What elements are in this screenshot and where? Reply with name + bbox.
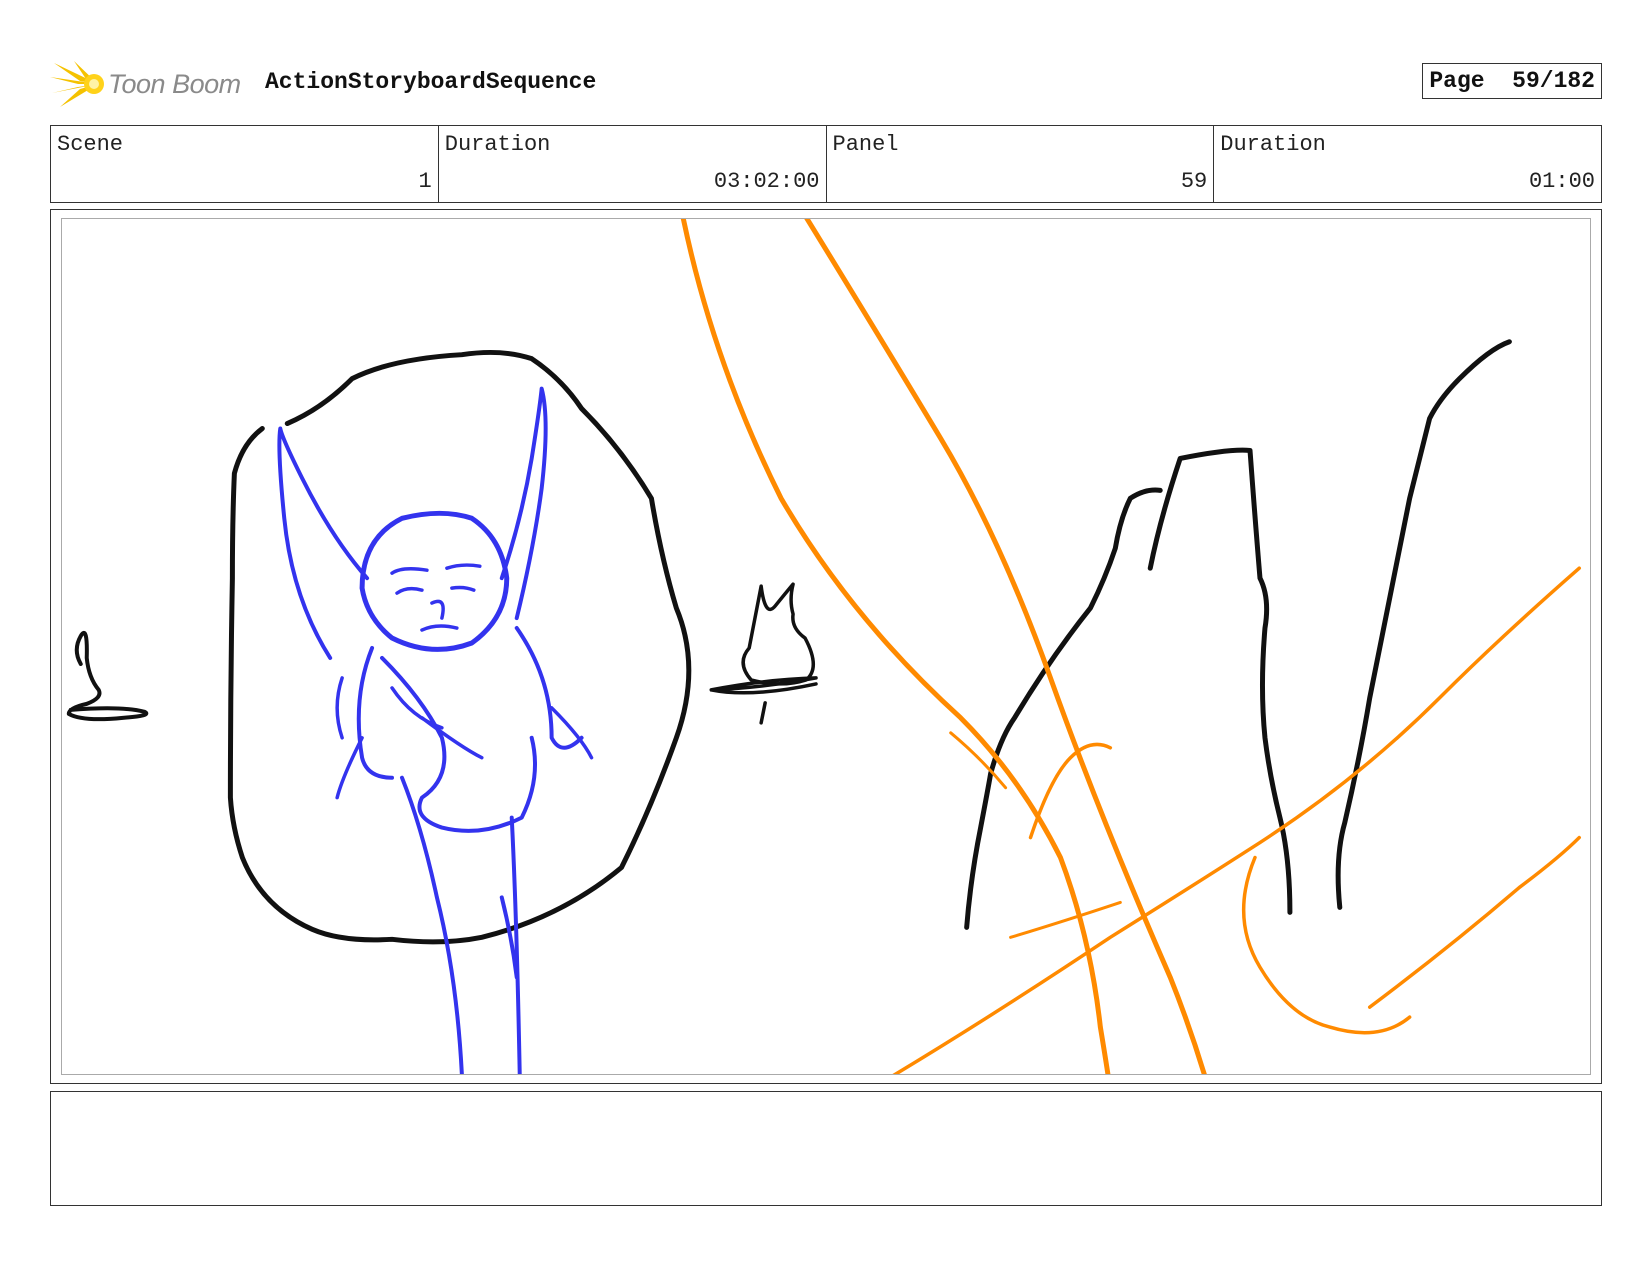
scene-info-table: Scene 1 Duration 03:02:00 Panel 59 Durat… bbox=[50, 125, 1602, 203]
character-ears bbox=[277, 386, 548, 660]
page-number: 59/182 bbox=[1512, 68, 1595, 94]
character-sketch bbox=[277, 386, 594, 1074]
page-header: Toon Boom ActionStoryboardSequence Page … bbox=[50, 55, 1602, 115]
toon-boom-star-icon bbox=[50, 61, 104, 107]
torch-base bbox=[709, 676, 818, 725]
scene-duration-value: 03:02:00 bbox=[713, 169, 820, 194]
sequence-title: ActionStoryboardSequence bbox=[265, 69, 597, 95]
left-scribble bbox=[66, 630, 149, 722]
guide-arc-2 bbox=[804, 219, 1207, 1074]
character-face bbox=[390, 563, 482, 632]
scene-value: 1 bbox=[418, 169, 432, 194]
background-sketch bbox=[66, 339, 1512, 945]
panel-duration-value: 01:00 bbox=[1528, 169, 1595, 194]
toon-boom-logo: Toon Boom bbox=[50, 57, 241, 111]
guide-tick-2 bbox=[1009, 900, 1122, 939]
guide-lines bbox=[680, 219, 1581, 1074]
page-label: Page bbox=[1429, 68, 1485, 94]
scene-cell: Scene 1 bbox=[51, 126, 439, 202]
guide-diagonal-1 bbox=[892, 566, 1581, 1074]
scene-duration-label: Duration bbox=[444, 132, 551, 157]
panel-value: 59 bbox=[1180, 169, 1208, 194]
guide-curve-lower bbox=[1241, 855, 1412, 1035]
page-indicator: Page 59/182 bbox=[1422, 63, 1602, 99]
panel-label: Panel bbox=[832, 132, 899, 157]
panel-notes bbox=[50, 1091, 1602, 1206]
rock-left bbox=[964, 339, 1512, 930]
guide-diagonal-2 bbox=[1367, 835, 1581, 1009]
panel-image bbox=[61, 218, 1591, 1075]
panel-duration-label: Duration bbox=[1220, 132, 1326, 157]
character-head bbox=[359, 510, 510, 652]
panel-duration-cell: Duration 01:00 bbox=[1214, 126, 1601, 202]
torch-flame bbox=[741, 582, 816, 686]
guide-arc-1 bbox=[680, 219, 1111, 1074]
scene-label: Scene bbox=[57, 132, 124, 157]
panel-cell: Panel 59 bbox=[827, 126, 1215, 202]
character-body bbox=[356, 626, 584, 1074]
scene-duration-cell: Duration 03:02:00 bbox=[439, 126, 827, 202]
logo-text: Toon Boom bbox=[108, 68, 241, 99]
storyboard-sketch bbox=[66, 219, 1581, 1074]
